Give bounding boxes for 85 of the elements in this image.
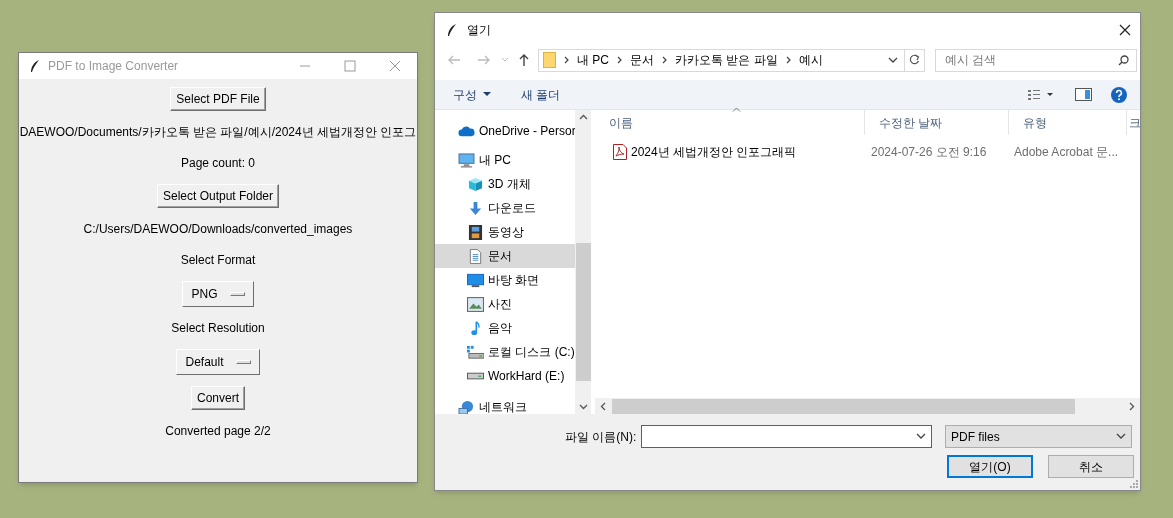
preview-pane-icon[interactable] [1075, 88, 1092, 101]
chevron-up-icon[interactable] [578, 114, 588, 120]
chevron-right-icon [564, 56, 569, 64]
vertical-scrollbar[interactable] [575, 110, 591, 414]
file-name: 2024년 세법개정안 인포그래픽 [631, 144, 797, 161]
chevron-down-icon [1116, 433, 1126, 440]
chevron-left-icon[interactable] [600, 401, 606, 411]
folder-icon [543, 52, 556, 68]
chevron-right-icon [785, 56, 791, 64]
horizontal-scrollbar[interactable] [595, 398, 1140, 414]
close-icon[interactable] [1119, 23, 1131, 36]
scrollbar-thumb[interactable] [575, 243, 591, 381]
cube-icon [467, 176, 484, 192]
status-label: DAEWOO/Documents/카카오톡 받은 파일/예시/2024년 세법개정안 인포그 [19, 124, 417, 141]
chevron-down-icon[interactable] [916, 433, 926, 440]
up-icon[interactable] [518, 53, 530, 67]
filename-field[interactable] [641, 425, 932, 448]
column-header[interactable]: 크 [1127, 110, 1143, 135]
address-bar[interactable]: 내 PC 문서 카카오톡 받은 파일 예시 [538, 48, 925, 72]
network-icon [458, 399, 475, 414]
status-label: Page count: 0 [180, 155, 256, 172]
breadcrumb-item[interactable]: 카카오톡 받은 파일 [675, 51, 778, 69]
file-date: 2024-07-26 오전 9:16 [870, 144, 988, 161]
nav-item[interactable]: 문서 [435, 244, 575, 268]
chevron-right-icon [617, 56, 622, 64]
file-row[interactable]: 2024년 세법개정안 인포그래픽 2024-07-26 오전 9:16 Adobe Acrobat 문... [595, 141, 1140, 163]
file-type: Adobe Acrobat 문... [1013, 144, 1119, 161]
chevron-right-icon [662, 56, 667, 64]
search-icon [1118, 54, 1129, 66]
dialog-button[interactable]: 열기(O) [947, 455, 1033, 478]
nav-item[interactable]: 동영상 [435, 220, 575, 244]
document-icon [467, 248, 484, 264]
disk-drive-icon [467, 344, 484, 360]
tk-button[interactable]: Select Output Folder [156, 184, 280, 208]
window-title: PDF to Image Converter [48, 58, 179, 75]
chevron-right-icon[interactable] [1129, 401, 1135, 411]
computer-icon [458, 152, 475, 168]
film-icon [467, 224, 484, 240]
nav-item[interactable]: 다운로드 [435, 196, 575, 220]
file-type-dropdown[interactable]: PDF files [945, 425, 1132, 448]
status-label: Converted page 2/2 [165, 423, 271, 440]
help-icon[interactable] [1111, 86, 1127, 103]
option-menu[interactable]: Default [176, 349, 260, 375]
picture-icon [467, 296, 484, 312]
status-label: C:/Users/DAEWOO/Downloads/converted_images [83, 221, 353, 238]
nav-item[interactable]: 사진 [435, 292, 575, 316]
feather-icon [446, 22, 458, 37]
search-field[interactable]: 예시 검색 [935, 48, 1137, 72]
caret-icon [483, 92, 491, 97]
column-header[interactable]: 이름 [595, 110, 865, 135]
option-menu[interactable]: PNG [182, 281, 254, 307]
menu-indicator-icon [235, 360, 251, 364]
resize-grip-icon[interactable] [1130, 480, 1138, 488]
status-label: Select Resolution [171, 320, 265, 337]
dialog-button[interactable]: 취소 [1048, 455, 1134, 478]
menu-indicator-icon [229, 292, 245, 296]
refresh-icon[interactable] [909, 54, 920, 66]
toolbar-button[interactable]: 새 폴더 [521, 85, 561, 104]
nav-item[interactable]: OneDrive - Persor [435, 119, 575, 143]
tk-button[interactable]: Convert [191, 386, 245, 410]
breadcrumb-item[interactable]: 문서 [630, 51, 654, 69]
cloud-icon [458, 123, 475, 139]
monitor-icon [467, 272, 484, 288]
nav-item[interactable]: 내 PC [435, 148, 575, 172]
column-header[interactable]: 유형 [1009, 110, 1127, 135]
nav-item[interactable]: WorkHard (E:) [435, 364, 575, 388]
dialog-title: 열기 [467, 21, 491, 39]
filename-label: 파일 이름(N): [565, 428, 638, 446]
nav-item[interactable]: 바탕 화면 [435, 268, 575, 292]
view-options-icon[interactable] [1028, 88, 1054, 101]
column-header[interactable]: 수정한 날짜 [865, 110, 1009, 135]
chevron-down-icon[interactable] [888, 56, 898, 64]
chevron-down-icon[interactable] [578, 404, 588, 410]
breadcrumb-item[interactable]: 예시 [798, 51, 823, 69]
scrollbar-thumb[interactable] [612, 398, 1075, 414]
feather-icon [29, 59, 41, 73]
nav-item[interactable]: 3D 개체 [435, 172, 575, 196]
status-label: Select Format [180, 252, 256, 269]
toolbar-button[interactable]: 구성 [453, 85, 491, 104]
nav-item[interactable]: 로컬 디스크 (C:) [435, 340, 575, 364]
tk-button[interactable]: Select PDF File [170, 87, 266, 111]
pdf-file-icon [613, 144, 627, 160]
breadcrumb-item[interactable]: 내 PC [577, 51, 609, 69]
nav-item[interactable]: 음악 [435, 316, 575, 340]
nav-item[interactable]: 네트워크 [435, 395, 575, 414]
